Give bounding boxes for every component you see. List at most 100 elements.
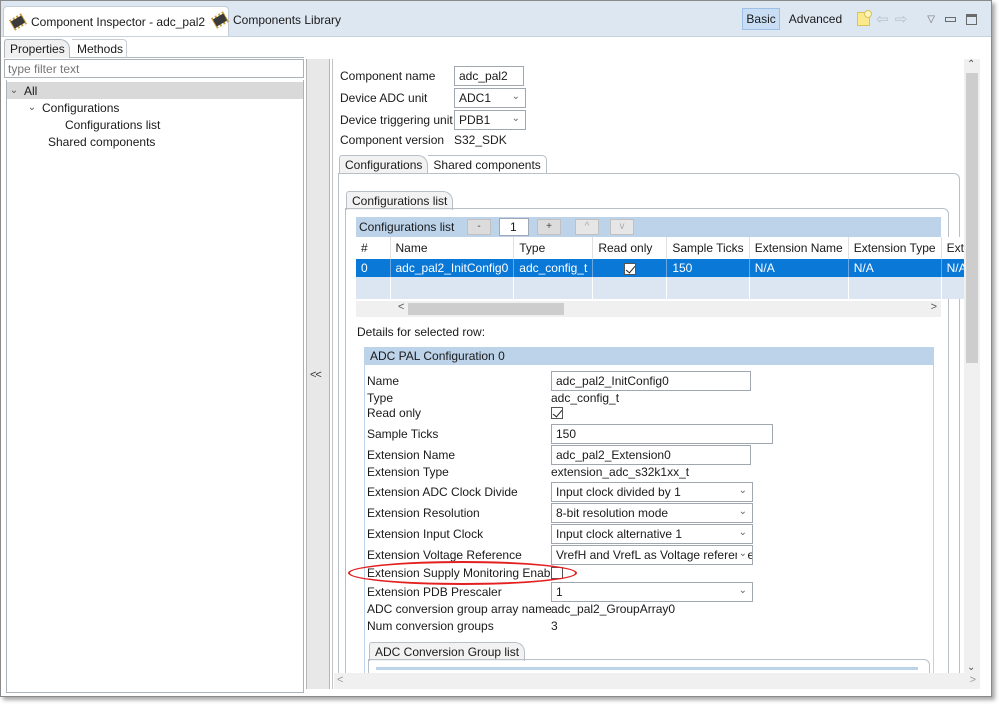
tab-label: Components Library bbox=[233, 13, 342, 27]
tab-configurations[interactable]: Configurations bbox=[339, 155, 429, 174]
chevron-down-icon: ⌄ bbox=[511, 113, 520, 124]
detail-ext-name-input[interactable]: adc_pal2_Extension0 bbox=[551, 445, 751, 465]
detail-ext-type-value: extension_adc_s32k1xx_t bbox=[551, 465, 690, 479]
conversion-group-frame bbox=[368, 659, 930, 673]
detail-readonly-row: Read only bbox=[367, 406, 563, 420]
group-header: ADC PAL Configuration 0 bbox=[364, 347, 934, 365]
detail-ext-type-row: Extension Type extension_adc_s32k1xx_t bbox=[367, 465, 689, 479]
tab-methods[interactable]: Methods bbox=[72, 39, 127, 58]
advanced-mode-button[interactable]: Advanced bbox=[786, 9, 845, 29]
maximize-icon[interactable] bbox=[966, 13, 977, 25]
minimize-icon[interactable] bbox=[945, 16, 956, 22]
column-header[interactable]: Name bbox=[390, 237, 515, 259]
trigger-unit-value: PDB1 bbox=[459, 113, 491, 127]
detail-group-array-row: ADC conversion group array name adc_pal2… bbox=[367, 602, 675, 616]
component-version-row: Component version S32_SDK bbox=[340, 133, 507, 147]
scrollbar-thumb[interactable] bbox=[966, 73, 978, 363]
trigger-unit-select[interactable]: PDB1 ⌄ bbox=[454, 110, 526, 130]
remove-row-button[interactable]: - bbox=[467, 219, 491, 235]
move-up-button[interactable]: ^ bbox=[575, 219, 599, 235]
configurations-table: # Name Type Read only Sample Ticks Exten… bbox=[356, 237, 977, 299]
detail-input-clock-select[interactable]: Input clock alternative 1 ⌄ bbox=[551, 524, 753, 544]
detail-name-input[interactable]: adc_pal2_InitConfig0 bbox=[551, 371, 751, 391]
add-row-button[interactable]: + bbox=[537, 219, 561, 235]
chevron-down-icon: ⌄ bbox=[738, 585, 747, 596]
column-header[interactable]: Extension Name bbox=[749, 237, 849, 259]
tab-component-inspector[interactable]: Component Inspector - adc_pal2 ✕ bbox=[3, 6, 230, 36]
detail-vref-label: Extension Voltage Reference bbox=[367, 548, 522, 562]
view-menu-icon[interactable]: ▽ bbox=[927, 14, 935, 25]
supply-monitoring-checkbox[interactable] bbox=[551, 567, 563, 579]
scroll-down-icon[interactable]: ⌄ bbox=[967, 662, 975, 673]
scrollbar-thumb[interactable] bbox=[408, 303, 564, 315]
scroll-left-icon[interactable]: < bbox=[337, 674, 343, 686]
tab-properties[interactable]: Properties bbox=[4, 39, 70, 58]
adc-unit-value: ADC1 bbox=[459, 91, 492, 105]
column-header[interactable]: # bbox=[356, 237, 391, 259]
detail-name-row: Name adc_pal2_InitConfig0 bbox=[367, 371, 751, 391]
column-header[interactable]: Extension Type bbox=[848, 237, 942, 259]
tab-shared-components[interactable]: Shared components bbox=[428, 155, 547, 174]
collapse-left-button[interactable]: << bbox=[310, 369, 322, 381]
horizontal-scrollbar[interactable]: < > bbox=[334, 673, 980, 689]
detail-resolution-row: Extension Resolution 8-bit resolution mo… bbox=[367, 503, 753, 523]
back-arrow-icon[interactable]: ⇦ bbox=[876, 12, 889, 27]
detail-resolution-select[interactable]: 8-bit resolution mode ⌄ bbox=[551, 503, 753, 523]
detail-num-groups-row: Num conversion groups 3 bbox=[367, 619, 558, 633]
detail-pdb-label: Extension PDB Prescaler bbox=[367, 585, 502, 599]
tree-item-configurations-list[interactable]: Configurations list bbox=[7, 116, 303, 133]
divider bbox=[332, 59, 333, 689]
column-header[interactable]: Read only bbox=[592, 237, 668, 259]
tab-components-library[interactable]: Components Library bbox=[206, 7, 347, 33]
row-count-input[interactable]: 1 bbox=[499, 218, 529, 236]
trigger-unit-label: Device triggering unit bbox=[340, 113, 453, 127]
scroll-right-icon[interactable]: > bbox=[931, 301, 937, 313]
forward-arrow-icon[interactable]: ⇨ bbox=[895, 12, 908, 27]
filter-input[interactable] bbox=[4, 59, 304, 78]
select-value: Input clock alternative 1 bbox=[556, 527, 683, 541]
left-subtabs: Properties Methods bbox=[4, 39, 304, 58]
table-horizontal-scrollbar[interactable]: < > bbox=[356, 301, 941, 317]
scroll-up-icon[interactable]: ⌃ bbox=[967, 59, 975, 70]
detail-ext-name-row: Extension Name adc_pal2_Extension0 bbox=[367, 445, 751, 465]
move-down-button[interactable]: v bbox=[610, 219, 634, 235]
detail-vref-select[interactable]: VrefH and VrefL as Voltage reference. ⌄ bbox=[551, 545, 753, 565]
detail-readonly-checkbox[interactable] bbox=[551, 407, 563, 419]
detail-pdb-row: Extension PDB Prescaler 1 ⌄ bbox=[367, 582, 753, 602]
table-header-row: # Name Type Read only Sample Ticks Exten… bbox=[356, 237, 977, 259]
detail-ticks-input[interactable]: 150 bbox=[551, 424, 773, 444]
tree-item-shared-components[interactable]: Shared components bbox=[7, 133, 303, 150]
scroll-right-icon[interactable]: > bbox=[970, 674, 976, 686]
tree-item-configurations[interactable]: ⌄ Configurations bbox=[7, 99, 303, 116]
vertical-scrollbar[interactable]: ⌃ ⌄ bbox=[964, 59, 980, 673]
detail-group-array-value: adc_pal2_GroupArray0 bbox=[551, 602, 676, 616]
detail-pdb-select[interactable]: 1 ⌄ bbox=[551, 582, 753, 602]
chevron-down-icon[interactable]: ⌄ bbox=[7, 85, 21, 96]
detail-clock-div-select[interactable]: Input clock divided by 1 ⌄ bbox=[551, 482, 753, 502]
column-header[interactable]: Sample Ticks bbox=[666, 237, 750, 259]
chevron-down-icon[interactable]: ⌄ bbox=[25, 102, 39, 113]
new-note-icon[interactable] bbox=[857, 10, 873, 26]
tree-item-all[interactable]: ⌄ All bbox=[7, 82, 303, 99]
basic-mode-button[interactable]: Basic bbox=[742, 8, 780, 30]
select-value: 8-bit resolution mode bbox=[556, 506, 669, 520]
component-inspector-window: Component Inspector - adc_pal2 ✕ Compone… bbox=[0, 0, 992, 697]
detail-type-label: Type bbox=[367, 391, 394, 405]
detail-num-groups-value: 3 bbox=[551, 619, 558, 633]
trigger-unit-row: Device triggering unit PDB1 ⌄ bbox=[340, 110, 526, 130]
configurations-list-header: Configurations list - 1 + ^ v bbox=[356, 217, 941, 237]
detail-ticks-row: Sample Ticks 150 bbox=[367, 424, 773, 444]
details-caption: Details for selected row: bbox=[357, 325, 486, 339]
cell-num: 0 bbox=[356, 259, 391, 277]
chevron-down-icon: ⌄ bbox=[511, 91, 520, 102]
component-version-value: S32_SDK bbox=[454, 133, 507, 147]
read-only-checkbox[interactable] bbox=[623, 262, 636, 275]
component-name-input[interactable]: adc_pal2 bbox=[454, 66, 524, 86]
scroll-left-icon[interactable]: < bbox=[398, 301, 404, 313]
detail-type-row: Type adc_config_t bbox=[367, 391, 619, 405]
column-header[interactable]: Type bbox=[513, 237, 594, 259]
table-row[interactable]: 0 adc_pal2_InitConfig0 adc_config_t 150 … bbox=[356, 259, 977, 277]
tab-label: Component Inspector - adc_pal2 bbox=[31, 14, 206, 29]
adc-unit-select[interactable]: ADC1 ⌄ bbox=[454, 88, 526, 108]
detail-num-groups-label: Num conversion groups bbox=[367, 619, 494, 633]
